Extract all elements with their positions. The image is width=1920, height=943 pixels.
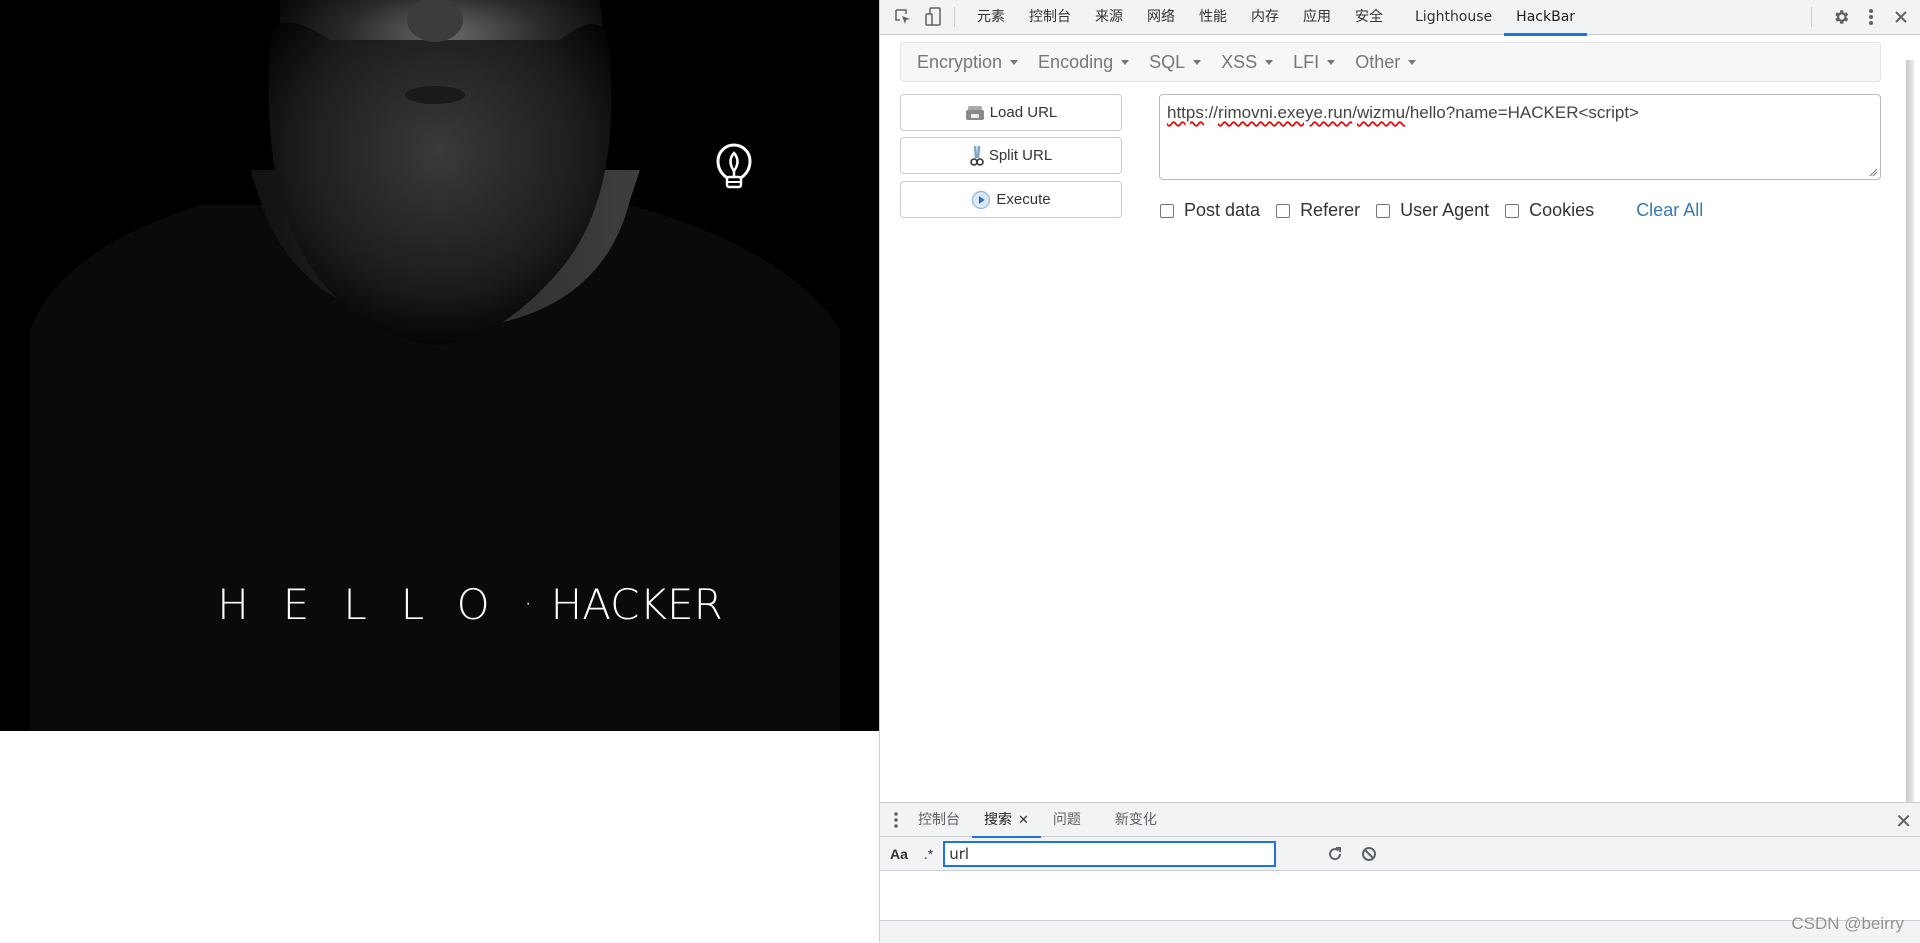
- user-agent-label: User Agent: [1400, 200, 1489, 221]
- menu-label: SQL: [1149, 52, 1185, 73]
- caret-down-icon: [1121, 60, 1129, 65]
- url-textarea[interactable]: https://rimovni.exeye.run/wizmu/hello?na…: [1159, 94, 1881, 180]
- hero-name: HACKER: [551, 580, 723, 629]
- kebab-menu-icon[interactable]: [1860, 6, 1882, 28]
- hero-hello: HELLO: [217, 580, 523, 629]
- hero-section: HELLO·HACKER: [0, 0, 879, 731]
- menu-label: LFI: [1293, 52, 1319, 73]
- hero-dot: ·: [524, 587, 551, 620]
- menu-label: Encoding: [1038, 52, 1113, 73]
- checkbox-box[interactable]: [1276, 204, 1290, 218]
- play-icon: [971, 190, 991, 210]
- hackbar-scrollbar[interactable]: [1900, 60, 1920, 802]
- close-drawer-icon[interactable]: ✕: [1895, 809, 1912, 834]
- watermark: CSDN @beirry: [1791, 914, 1904, 934]
- url-path: wizmu: [1357, 103, 1405, 122]
- menu-other[interactable]: Other: [1345, 52, 1426, 73]
- menu-label: Other: [1355, 52, 1400, 73]
- search-input[interactable]: [943, 841, 1276, 867]
- resize-grip-icon[interactable]: [1868, 167, 1878, 177]
- hackbar-options: Post data Referer User Agent Cookies Cle…: [1160, 200, 1703, 221]
- scrollbar-thumb[interactable]: [1906, 60, 1914, 802]
- tab-memory[interactable]: 内存: [1239, 0, 1291, 35]
- checkbox-box[interactable]: [1160, 204, 1174, 218]
- devtools-drawer: 控制台 搜索 ✕ 问题 新变化 ✕ Aa .*: [880, 802, 1920, 942]
- cookies-label: Cookies: [1529, 200, 1594, 221]
- tab-security[interactable]: 安全: [1343, 0, 1395, 35]
- clear-all-link[interactable]: Clear All: [1636, 200, 1703, 221]
- drawer-tab-search[interactable]: 搜索 ✕: [972, 803, 1041, 837]
- drawer-status-bar: [880, 921, 1920, 943]
- drawer-tab-console[interactable]: 控制台: [906, 803, 972, 837]
- tab-sources[interactable]: 来源: [1083, 0, 1135, 35]
- checkbox-box[interactable]: [1376, 204, 1390, 218]
- caret-down-icon: [1327, 60, 1335, 65]
- hackbar-menu: Encryption Encoding SQL XSS LFI Other: [900, 42, 1881, 82]
- clear-search-icon[interactable]: [1360, 845, 1378, 863]
- user-agent-checkbox[interactable]: User Agent: [1376, 200, 1489, 221]
- url-host: rimovni.exeye.run: [1218, 103, 1352, 122]
- load-url-icon: [965, 104, 985, 122]
- toolbar-divider: [954, 7, 955, 27]
- checkbox-box[interactable]: [1505, 204, 1519, 218]
- tab-console[interactable]: 控制台: [1017, 0, 1083, 35]
- tab-application[interactable]: 应用: [1291, 0, 1343, 35]
- tab-network[interactable]: 网络: [1135, 0, 1187, 35]
- caret-down-icon: [1010, 60, 1018, 65]
- devtools-toolbar: 元素 控制台 来源 网络 性能 内存 应用 安全 Lighthouse Hack…: [880, 0, 1920, 35]
- menu-lfi[interactable]: LFI: [1283, 52, 1345, 73]
- drawer-tabbar: 控制台 搜索 ✕ 问题 新变化 ✕: [880, 803, 1920, 837]
- post-data-label: Post data: [1184, 200, 1260, 221]
- caret-down-icon: [1193, 60, 1201, 65]
- inspect-element-icon[interactable]: [892, 6, 914, 28]
- load-url-button[interactable]: Load URL: [900, 94, 1122, 131]
- cookies-checkbox[interactable]: Cookies: [1505, 200, 1594, 221]
- split-url-button[interactable]: Split URL: [900, 137, 1122, 174]
- tab-elements[interactable]: 元素: [965, 0, 1017, 35]
- device-toolbar-icon[interactable]: [922, 6, 944, 28]
- url-scheme: https: [1167, 103, 1204, 122]
- page-viewport: HELLO·HACKER: [0, 0, 879, 942]
- tab-lighthouse[interactable]: Lighthouse: [1403, 0, 1504, 35]
- url-sep: ://: [1204, 103, 1218, 122]
- search-results: [880, 871, 1920, 921]
- refresh-icon[interactable]: [1326, 845, 1344, 863]
- lightbulb-icon[interactable]: [714, 141, 754, 191]
- execute-label: Execute: [996, 191, 1050, 208]
- post-data-checkbox[interactable]: Post data: [1160, 200, 1260, 221]
- scissors-icon: [970, 145, 984, 167]
- drawer-tab-label: 搜索: [984, 812, 1012, 828]
- split-url-label: Split URL: [989, 147, 1052, 164]
- menu-label: XSS: [1221, 52, 1257, 73]
- toolbar-divider: [1811, 7, 1812, 27]
- referer-checkbox[interactable]: Referer: [1276, 200, 1360, 221]
- tab-performance[interactable]: 性能: [1187, 0, 1239, 35]
- hackbar-panel: Encryption Encoding SQL XSS LFI Other Lo…: [880, 36, 1900, 802]
- tab-hackbar[interactable]: HackBar: [1504, 0, 1587, 35]
- caret-down-icon: [1408, 60, 1416, 65]
- gear-icon[interactable]: [1830, 6, 1852, 28]
- search-toolbar: Aa .*: [880, 837, 1920, 871]
- menu-encoding[interactable]: Encoding: [1028, 52, 1139, 73]
- drawer-tab-whats-new[interactable]: 新变化: [1103, 803, 1169, 837]
- regex-toggle[interactable]: .*: [924, 846, 933, 862]
- drawer-menu-icon[interactable]: [886, 809, 906, 831]
- match-case-toggle[interactable]: Aa: [890, 846, 908, 862]
- drawer-tab-issues[interactable]: 问题: [1041, 803, 1093, 837]
- url-rest: /hello?name=HACKER<script>: [1405, 103, 1639, 122]
- menu-xss[interactable]: XSS: [1211, 52, 1283, 73]
- caret-down-icon: [1265, 60, 1273, 65]
- close-tab-icon[interactable]: ✕: [1018, 813, 1029, 828]
- referer-label: Referer: [1300, 200, 1360, 221]
- hero-heading: HELLO·HACKER: [0, 580, 879, 629]
- menu-label: Encryption: [917, 52, 1002, 73]
- execute-button[interactable]: Execute: [900, 181, 1122, 218]
- load-url-label: Load URL: [990, 104, 1058, 121]
- menu-encryption[interactable]: Encryption: [907, 52, 1028, 73]
- devtools-panel: 元素 控制台 来源 网络 性能 内存 应用 安全 Lighthouse Hack…: [879, 0, 1920, 942]
- close-icon[interactable]: [1890, 6, 1912, 28]
- menu-sql[interactable]: SQL: [1139, 52, 1211, 73]
